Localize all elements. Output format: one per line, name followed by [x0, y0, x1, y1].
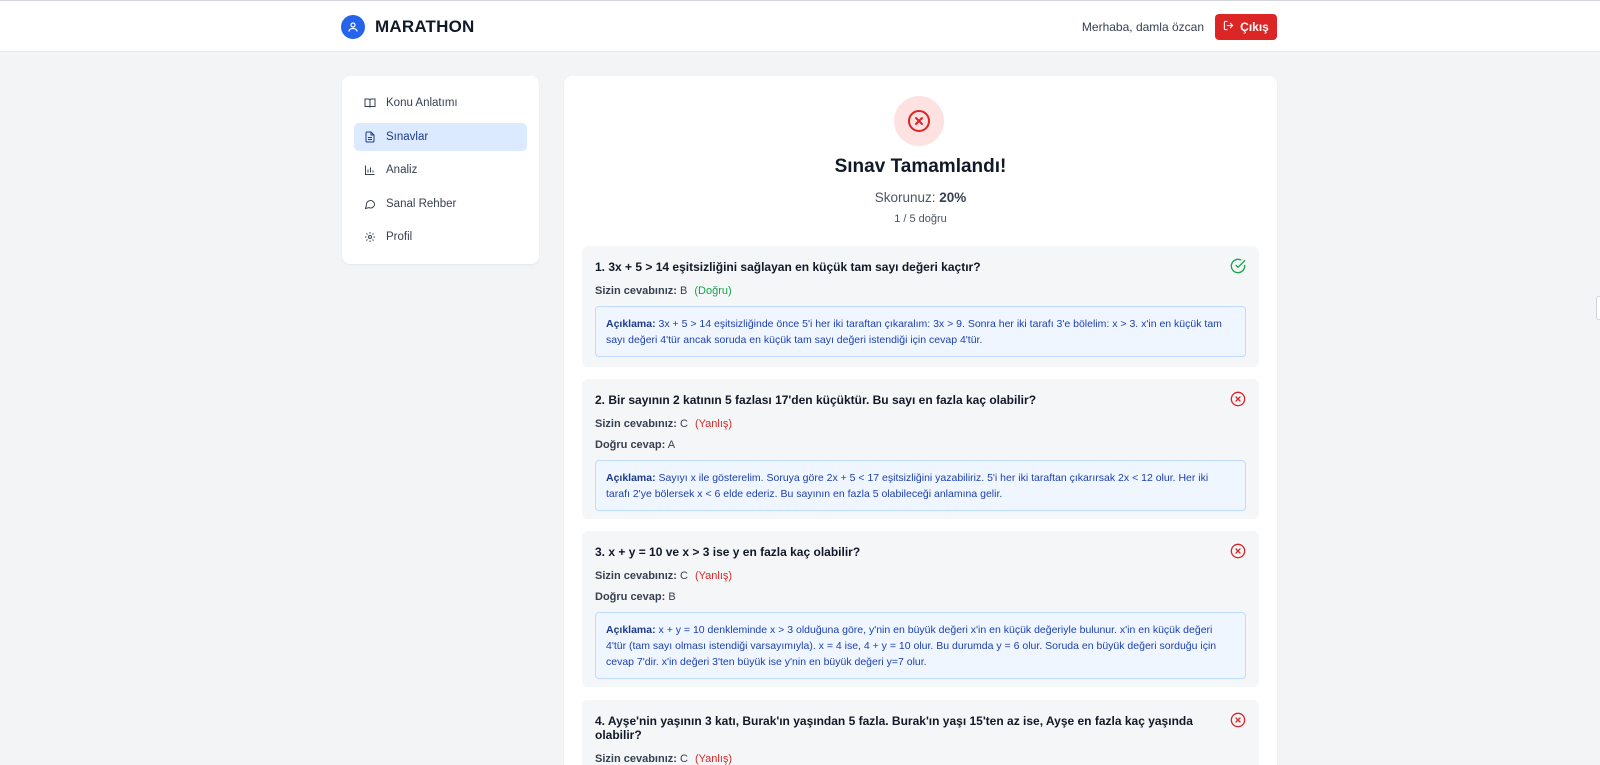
explanation-label: Açıklama:	[606, 472, 656, 484]
explanation-text: 3x + 5 > 14 eşitsizliğinde önce 5'i her …	[606, 318, 1222, 346]
correct-answer: Doğru cevap: B	[595, 591, 1246, 603]
your-answer-label: Sizin cevabınız:	[595, 418, 677, 430]
sidebar: Konu Anlatımı Sınavlar Analiz Sanal Rehb…	[342, 76, 539, 264]
your-answer-value: C	[679, 570, 688, 582]
question-text: 4. Ayşe'nin yaşının 3 katı, Burak'ın yaş…	[595, 714, 1193, 742]
correct-answer: Doğru cevap: A	[595, 439, 1246, 451]
score-label: Skorunuz:	[874, 190, 936, 205]
sidebar-item-label: Sınavlar	[386, 130, 429, 143]
top-navbar: MARATHON Merhaba, damla özcan Çıkış	[0, 0, 1600, 52]
question-text: 2. Bir sayının 2 katının 5 fazlası 17'de…	[595, 393, 1037, 407]
explanation-box: Açıklama: x + y = 10 denkleminde x > 3 o…	[595, 612, 1246, 679]
chat-bubble-icon	[364, 198, 376, 210]
scrollbar-handle[interactable]	[1596, 296, 1600, 320]
score-value: 20%	[939, 190, 967, 205]
result-title: Sınav Tamamlandı!	[834, 156, 1007, 177]
brand-name: MARATHON	[375, 17, 475, 36]
sidebar-item-analiz[interactable]: Analiz	[354, 156, 527, 184]
document-icon	[364, 131, 376, 143]
correct-answer-label: Doğru cevap:	[595, 439, 666, 451]
x-circle-icon	[1230, 712, 1246, 728]
explanation-label: Açıklama:	[606, 318, 656, 330]
explanation-text: Sayıyı x ile gösterelim. Soruya göre 2x …	[606, 472, 1209, 500]
explanation-box: Açıklama: Sayıyı x ile gösterelim. Soruy…	[595, 460, 1246, 511]
your-answer-label: Sizin cevabınız:	[595, 753, 677, 765]
verdict-wrong: (Yanlış)	[695, 570, 733, 582]
sidebar-item-label: Profil	[386, 231, 413, 243]
question-card: 1. 3x + 5 > 14 eşitsizliğini sağlayan en…	[582, 246, 1259, 367]
your-answer-value: C	[679, 418, 688, 430]
explanation-text: x + y = 10 denkleminde x > 3 olduğuna gö…	[606, 624, 1217, 668]
sidebar-item-label: Konu Anlatımı	[386, 97, 458, 109]
sidebar-item-sinavlar[interactable]: Sınavlar	[354, 122, 527, 151]
bar-chart-icon	[364, 164, 376, 176]
x-circle-icon	[1230, 543, 1246, 559]
logout-button[interactable]: Çıkış	[1215, 14, 1277, 40]
user-avatar-icon	[341, 15, 365, 39]
correct-count: 1 / 5 doğru	[894, 213, 947, 225]
your-answer-label: Sizin cevabınız:	[595, 285, 677, 297]
your-answer: Sizin cevabınız: C (Yanlış)	[595, 570, 1246, 582]
verdict-wrong: (Yanlış)	[695, 418, 733, 430]
gear-icon	[364, 231, 376, 243]
explanation-label: Açıklama:	[606, 624, 656, 636]
verdict-correct: (Doğru)	[694, 285, 732, 297]
your-answer-label: Sizin cevabınız:	[595, 570, 677, 582]
logout-label: Çıkış	[1240, 20, 1269, 34]
correct-answer-label: Doğru cevap:	[595, 591, 666, 603]
question-card: 3. x + y = 10 ve x > 3 ise y en fazla ka…	[582, 531, 1259, 687]
question-card: 2. Bir sayının 2 katının 5 fazlası 17'de…	[582, 379, 1259, 519]
correct-answer-value: B	[668, 591, 676, 603]
score-text: Skorunuz: 20%	[564, 190, 1277, 205]
brand[interactable]: MARATHON	[341, 15, 475, 39]
sidebar-item-label: Sanal Rehber	[386, 197, 457, 210]
explanation-box: Açıklama: 3x + 5 > 14 eşitsizliğinde önc…	[595, 306, 1246, 357]
your-answer: Sizin cevabınız: C (Yanlış)	[595, 418, 1246, 430]
user-greeting: Merhaba, damla özcan	[1081, 20, 1204, 34]
your-answer-value: B	[679, 285, 688, 297]
exam-result-panel: Sınav Tamamlandı! Skorunuz: 20% 1 / 5 do…	[564, 76, 1277, 765]
correct-answer-value: A	[667, 439, 676, 451]
check-circle-icon	[1230, 258, 1246, 274]
question-text: 1. 3x + 5 > 14 eşitsizliğini sağlayan en…	[595, 260, 981, 274]
your-answer-value: C	[679, 753, 688, 765]
your-answer: Sizin cevabınız: B (Doğru)	[595, 285, 1246, 297]
x-circle-icon	[1230, 391, 1246, 407]
question-card: 4. Ayşe'nin yaşının 3 katı, Burak'ın yaş…	[582, 700, 1259, 765]
sidebar-item-profil[interactable]: Profil	[354, 223, 527, 251]
your-answer: Sizin cevabınız: C (Yanlış)	[595, 753, 1246, 765]
verdict-wrong: (Yanlış)	[695, 753, 733, 765]
sidebar-item-sanal-rehber[interactable]: Sanal Rehber	[354, 190, 527, 218]
x-circle-icon	[894, 96, 944, 146]
question-text: 3. x + y = 10 ve x > 3 ise y en fazla ka…	[595, 545, 861, 559]
sidebar-item-konu-anlatimi[interactable]: Konu Anlatımı	[354, 89, 527, 117]
sidebar-item-label: Analiz	[386, 164, 418, 176]
logout-icon	[1223, 20, 1234, 34]
book-open-icon	[364, 97, 376, 109]
